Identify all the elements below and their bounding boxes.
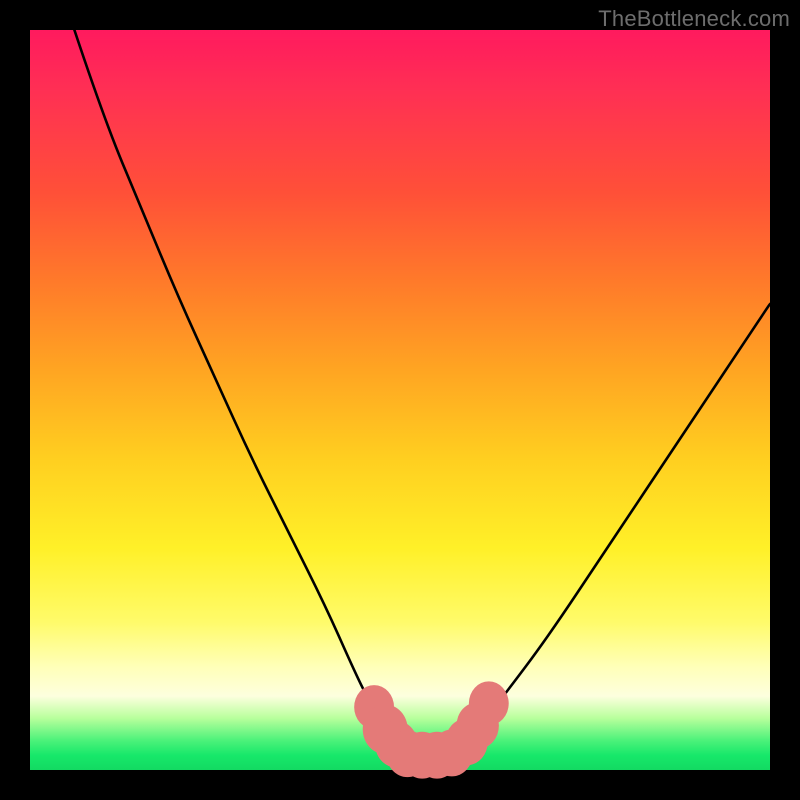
bottleneck-curve bbox=[74, 30, 770, 755]
watermark-text: TheBottleneck.com bbox=[598, 6, 790, 32]
curve-layer bbox=[30, 30, 770, 770]
chart-frame: TheBottleneck.com bbox=[0, 0, 800, 800]
plot-area bbox=[30, 30, 770, 770]
curve-markers bbox=[354, 681, 509, 778]
bottleneck-curve-path bbox=[74, 30, 770, 755]
curve-marker bbox=[469, 681, 509, 725]
